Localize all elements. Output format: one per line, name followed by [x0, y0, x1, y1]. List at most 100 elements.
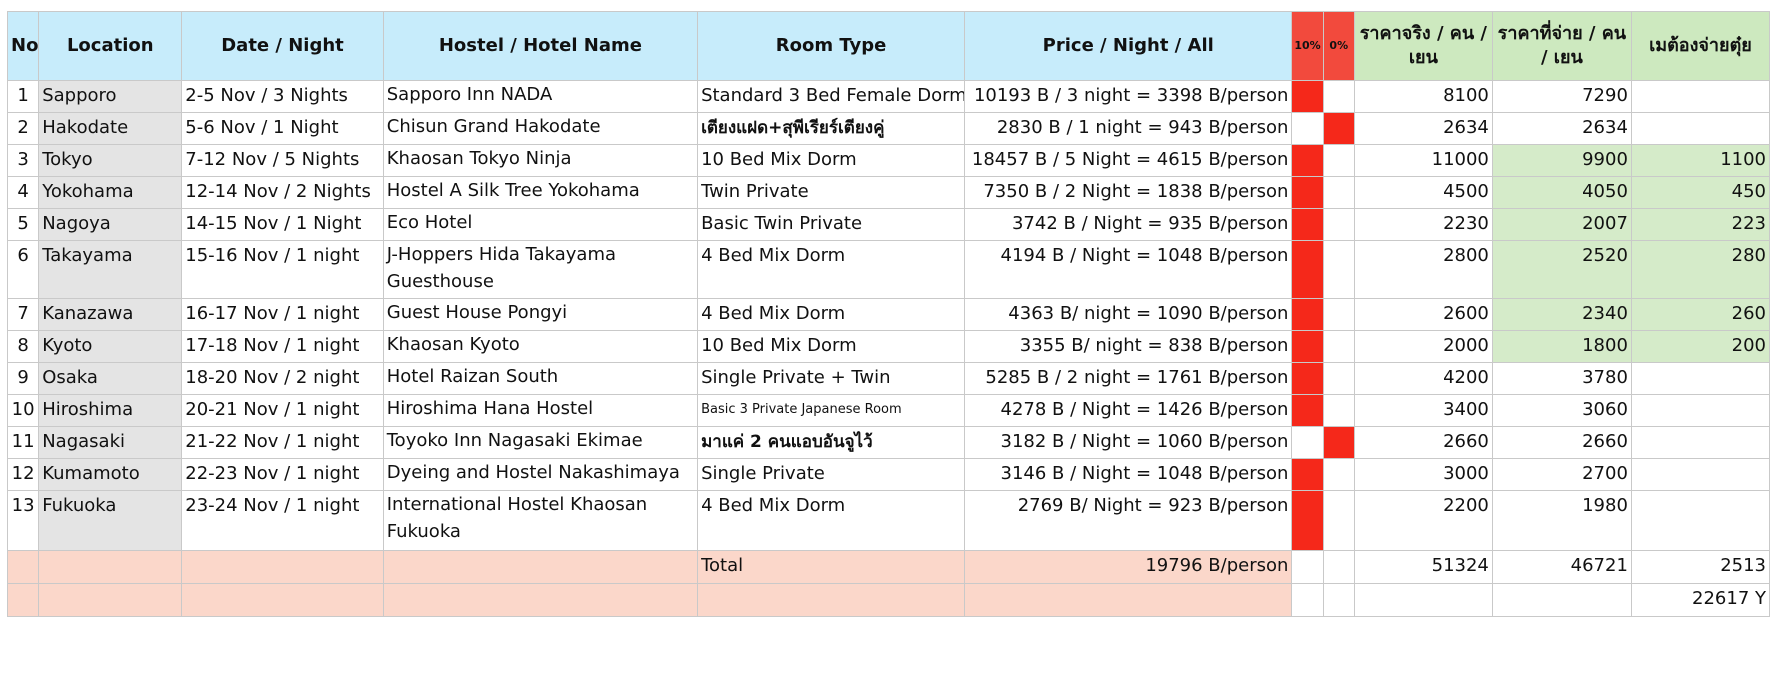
- discount-10-marker[interactable]: [1291, 458, 1324, 491]
- header-0-percent[interactable]: 0%: [1322, 11, 1355, 81]
- date-cell[interactable]: 12-14 Nov / 2 Nights: [181, 176, 384, 209]
- header-location[interactable]: Location: [38, 11, 183, 81]
- date-cell[interactable]: 15-16 Nov / 1 night: [181, 240, 384, 299]
- hostel-name-cell[interactable]: Sapporo Inn NADA: [382, 80, 699, 113]
- hostel-name-cell[interactable]: Eco Hotel: [382, 208, 699, 241]
- real-price-cell[interactable]: 4500: [1353, 176, 1493, 209]
- paid-price-cell[interactable]: 1800: [1491, 330, 1632, 363]
- price-cell[interactable]: 3742 B / Night = 935 B/person: [964, 208, 1293, 241]
- location-cell[interactable]: Hiroshima: [38, 394, 183, 427]
- discount-0-marker[interactable]: [1322, 490, 1355, 551]
- row-number[interactable]: 1: [6, 80, 40, 113]
- owe-cell[interactable]: 450: [1630, 176, 1771, 209]
- date-cell[interactable]: 20-21 Nov / 1 night: [181, 394, 384, 427]
- owe-cell[interactable]: [1630, 458, 1771, 491]
- row-number[interactable]: 13: [6, 490, 40, 551]
- hostel-name-cell[interactable]: Hiroshima Hana Hostel: [382, 394, 699, 427]
- total-cell[interactable]: [1322, 550, 1355, 584]
- hostel-name-cell[interactable]: Guest House Pongyi: [382, 298, 699, 331]
- price-cell[interactable]: 5285 B / 2 night = 1761 B/person: [964, 362, 1293, 395]
- total-cell[interactable]: [38, 550, 183, 584]
- paid-price-cell[interactable]: 2007: [1491, 208, 1632, 241]
- room-type-cell[interactable]: Twin Private: [697, 176, 966, 209]
- hostel-name-cell[interactable]: Khaosan Tokyo Ninja: [382, 144, 699, 177]
- owe-cell[interactable]: 223: [1630, 208, 1771, 241]
- date-cell[interactable]: 21-22 Nov / 1 night: [181, 426, 384, 459]
- paid-price-cell[interactable]: 2634: [1491, 112, 1632, 145]
- date-cell[interactable]: 2-5 Nov / 3 Nights: [181, 80, 384, 113]
- discount-0-marker[interactable]: [1322, 176, 1355, 209]
- header-owe[interactable]: เมต้องจ่ายตุ๋ย: [1630, 11, 1771, 81]
- discount-0-marker[interactable]: [1322, 240, 1355, 299]
- room-type-cell[interactable]: 4 Bed Mix Dorm: [697, 298, 966, 331]
- price-cell[interactable]: 7350 B / 2 Night = 1838 B/person: [964, 176, 1293, 209]
- price-cell[interactable]: 2769 B/ Night = 923 B/person: [964, 490, 1293, 551]
- discount-0-marker[interactable]: [1322, 458, 1355, 491]
- price-cell[interactable]: 3355 B/ night = 838 B/person: [964, 330, 1293, 363]
- owe-cell[interactable]: 200: [1630, 330, 1771, 363]
- discount-10-marker[interactable]: [1291, 208, 1324, 241]
- row-number[interactable]: 5: [6, 208, 40, 241]
- room-type-cell[interactable]: Basic 3 Private Japanese Room: [697, 394, 966, 427]
- hostel-name-cell[interactable]: Dyeing and Hostel Nakashimaya: [382, 458, 699, 491]
- total-real[interactable]: 51324: [1353, 550, 1493, 584]
- discount-10-marker[interactable]: [1291, 176, 1324, 209]
- price-cell[interactable]: 2830 B / 1 night = 943 B/person: [964, 112, 1293, 145]
- paid-price-cell[interactable]: 4050: [1491, 176, 1632, 209]
- discount-0-marker[interactable]: [1322, 426, 1355, 459]
- hostel-name-cell[interactable]: Hotel Raizan South: [382, 362, 699, 395]
- paid-price-cell[interactable]: 9900: [1491, 144, 1632, 177]
- date-cell[interactable]: 17-18 Nov / 1 night: [181, 330, 384, 363]
- paid-price-cell[interactable]: 1980: [1491, 490, 1632, 551]
- room-type-cell[interactable]: เตียงแฝด+สุพีเรียร์เตียงคู่: [697, 112, 966, 145]
- total-cell[interactable]: [382, 583, 699, 617]
- header-no[interactable]: No: [6, 11, 40, 81]
- row-number[interactable]: 8: [6, 330, 40, 363]
- location-cell[interactable]: Hakodate: [38, 112, 183, 145]
- price-cell[interactable]: 10193 B / 3 night = 3398 B/person: [964, 80, 1293, 113]
- price-cell[interactable]: 18457 B / 5 Night = 4615 B/person: [964, 144, 1293, 177]
- owe-cell[interactable]: 1100: [1630, 144, 1771, 177]
- room-type-cell[interactable]: 10 Bed Mix Dorm: [697, 330, 966, 363]
- real-price-cell[interactable]: 8100: [1353, 80, 1493, 113]
- hostel-name-cell[interactable]: Hostel A Silk Tree Yokohama: [382, 176, 699, 209]
- total-cell[interactable]: [6, 550, 40, 584]
- location-cell[interactable]: Sapporo: [38, 80, 183, 113]
- discount-0-marker[interactable]: [1322, 362, 1355, 395]
- real-price-cell[interactable]: 2600: [1353, 298, 1493, 331]
- owe-cell[interactable]: [1630, 426, 1771, 459]
- paid-price-cell[interactable]: 7290: [1491, 80, 1632, 113]
- owe-cell[interactable]: [1630, 80, 1771, 113]
- hostel-name-cell[interactable]: Chisun Grand Hakodate: [382, 112, 699, 145]
- total-cell[interactable]: [1291, 550, 1324, 584]
- paid-price-cell[interactable]: 3780: [1491, 362, 1632, 395]
- row-number[interactable]: 9: [6, 362, 40, 395]
- price-cell[interactable]: 4363 B/ night = 1090 B/person: [964, 298, 1293, 331]
- row-number[interactable]: 2: [6, 112, 40, 145]
- hostel-name-cell[interactable]: J-Hoppers Hida Takayama Guesthouse: [382, 240, 699, 299]
- date-cell[interactable]: 14-15 Nov / 1 Night: [181, 208, 384, 241]
- owe-cell[interactable]: [1630, 490, 1771, 551]
- room-type-cell[interactable]: Single Private + Twin: [697, 362, 966, 395]
- real-price-cell[interactable]: 2660: [1353, 426, 1493, 459]
- discount-10-marker[interactable]: [1291, 426, 1324, 459]
- total-cell[interactable]: [38, 583, 183, 617]
- room-type-cell[interactable]: Single Private: [697, 458, 966, 491]
- total-cell[interactable]: [1322, 583, 1355, 617]
- real-price-cell[interactable]: 2800: [1353, 240, 1493, 299]
- discount-10-marker[interactable]: [1291, 298, 1324, 331]
- location-cell[interactable]: Nagasaki: [38, 426, 183, 459]
- row-number[interactable]: 12: [6, 458, 40, 491]
- location-cell[interactable]: Fukuoka: [38, 490, 183, 551]
- owe-cell[interactable]: 280: [1630, 240, 1771, 299]
- total-cell[interactable]: [1291, 583, 1324, 617]
- location-cell[interactable]: Yokohama: [38, 176, 183, 209]
- location-cell[interactable]: Osaka: [38, 362, 183, 395]
- location-cell[interactable]: Kyoto: [38, 330, 183, 363]
- owe-cell[interactable]: [1630, 394, 1771, 427]
- hostel-name-cell[interactable]: Toyoko Inn Nagasaki Ekimae: [382, 426, 699, 459]
- room-type-cell[interactable]: Basic Twin Private: [697, 208, 966, 241]
- real-price-cell[interactable]: 2230: [1353, 208, 1493, 241]
- discount-0-marker[interactable]: [1322, 298, 1355, 331]
- date-cell[interactable]: 7-12 Nov / 5 Nights: [181, 144, 384, 177]
